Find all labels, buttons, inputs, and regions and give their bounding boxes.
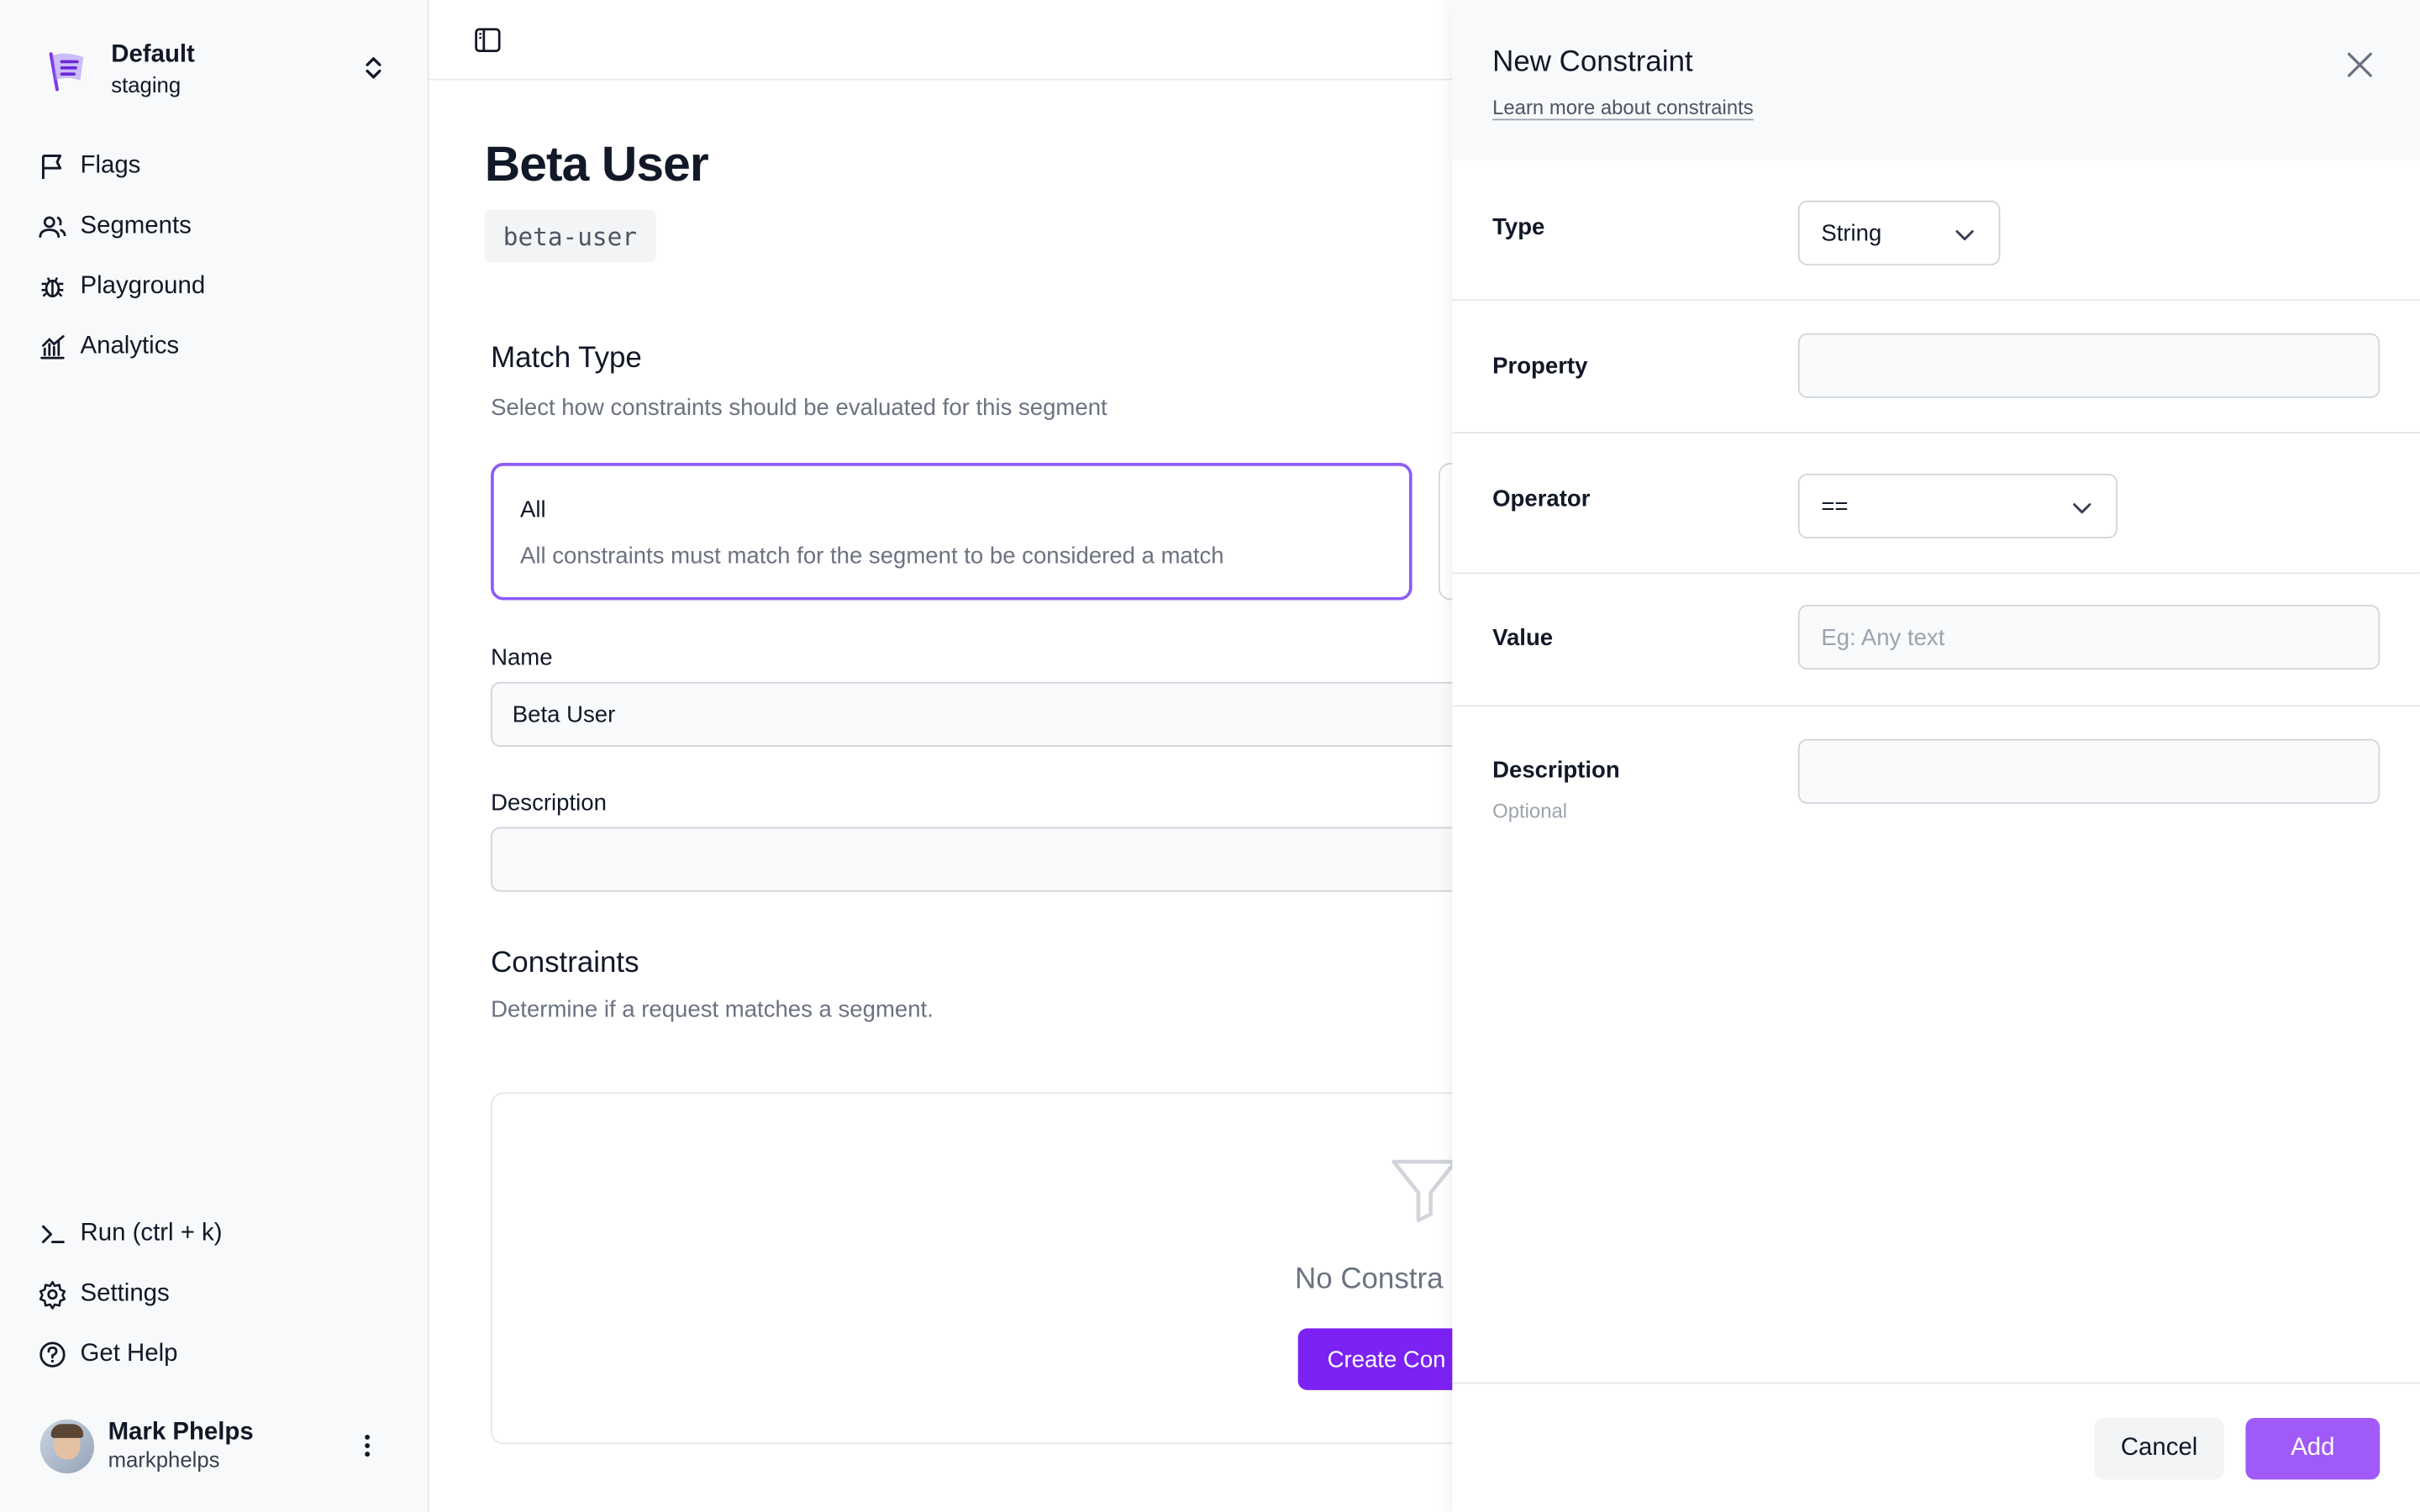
flipt-logo-icon (49, 52, 84, 92)
app-root: Default staging Flags Segments Playgroun… (0, 0, 2420, 1512)
description-label: Description (491, 790, 607, 816)
drawer-description-input[interactable] (1797, 738, 2381, 804)
new-constraint-panel: New Constraint Learn more about constrai… (1452, 0, 2420, 1512)
bug-icon (41, 276, 64, 297)
chart-icon (40, 334, 65, 359)
constraints-heading: Constraints (491, 947, 639, 980)
value-row: Value Eg: Any text (1452, 574, 2420, 707)
match-type-all-option[interactable]: All All constraints must match for the s… (491, 463, 1413, 601)
sidebar-item-analytics[interactable]: Analytics (37, 317, 408, 377)
user-name: Mark Phelps (108, 1419, 254, 1446)
description-input[interactable] (491, 827, 1479, 892)
sidebar-toggle-icon[interactable] (472, 24, 503, 55)
sidebar-item-label: Playground (80, 272, 206, 299)
operator-label: Operator (1492, 486, 1591, 512)
type-select-value: String (1821, 219, 1882, 246)
gear-icon (39, 1280, 66, 1309)
sidebar-item-label: Flags (80, 151, 141, 179)
environment-name: staging (111, 72, 182, 97)
namespace-name: Default (111, 41, 195, 68)
operator-row: Operator == (1452, 433, 2420, 575)
namespace-switcher[interactable]: Default staging (40, 37, 395, 102)
user-username: markphelps (108, 1446, 220, 1473)
sidebar-item-flags[interactable]: Flags (37, 136, 408, 197)
sidebar-item-label: Settings (80, 1279, 170, 1306)
property-input[interactable] (1797, 333, 2381, 398)
type-row: Type String (1452, 160, 2420, 302)
constraints-subtitle: Determine if a request matches a segment… (491, 996, 934, 1023)
cancel-button[interactable]: Cancel (2094, 1417, 2224, 1480)
value-label: Value (1492, 624, 1554, 652)
learn-more-link[interactable]: Learn more about constraints (1492, 96, 1754, 119)
add-button[interactable]: Add (2245, 1417, 2381, 1480)
optional-hint: Optional (1492, 799, 1568, 822)
type-label: Type (1492, 214, 1545, 241)
panel-header: New Constraint Learn more about constrai… (1452, 0, 2420, 161)
sidebar-item-label: Run (ctrl + k) (80, 1219, 223, 1247)
sidebar-item-settings[interactable]: Settings (37, 1263, 408, 1324)
sidebar-nav: Flags Segments Playground Analytics (37, 136, 408, 377)
flag-icon (41, 154, 62, 179)
value-input[interactable]: Eg: Any text (1797, 604, 2381, 670)
sidebar-item-label: Get Help (80, 1340, 178, 1367)
sidebar: Default staging Flags Segments Playgroun… (0, 0, 429, 1512)
description-row: Description Optional (1452, 706, 2420, 861)
property-row: Property (1452, 301, 2420, 434)
sidebar-item-label: Analytics (80, 332, 180, 360)
funnel-icon (1392, 1159, 1458, 1223)
value-input-placeholder: Eg: Any text (1821, 623, 1945, 651)
chevron-up-down-icon (366, 57, 381, 79)
terminal-icon (41, 1224, 65, 1243)
match-type-all-description: All constraints must match for the segme… (519, 543, 1224, 570)
type-select[interactable]: String (1797, 200, 2001, 265)
panel-title: New Constraint (1492, 46, 1693, 79)
match-type-subtitle: Select how constraints should be evaluat… (491, 395, 1107, 422)
chevron-down-icon (1955, 230, 1974, 241)
panel-footer: Cancel Add (1452, 1382, 2420, 1512)
sidebar-item-help[interactable]: Get Help (37, 1324, 408, 1384)
constraints-empty-state: No Constra Create Con (491, 1092, 1545, 1445)
close-icon[interactable] (2341, 46, 2378, 83)
operator-select-value: == (1821, 492, 1849, 520)
help-icon (39, 1341, 66, 1367)
name-label: Name (491, 644, 553, 671)
sidebar-item-playground[interactable]: Playground (37, 256, 408, 317)
more-vertical-icon[interactable] (352, 1431, 383, 1462)
page-title: Beta User (484, 135, 709, 192)
sidebar-item-segments[interactable]: Segments (37, 196, 408, 256)
sidebar-item-run[interactable]: Run (ctrl + k) (37, 1204, 408, 1264)
sidebar-bottom-nav: Run (ctrl + k) Settings Get Help (37, 1204, 408, 1384)
name-input[interactable]: Beta User (491, 681, 1479, 747)
user-profile[interactable]: Mark Phelps markphelps (39, 1416, 395, 1475)
drawer-description-label: Description (1492, 757, 1620, 785)
users-icon (39, 215, 66, 238)
chevron-down-icon (2073, 503, 2091, 514)
sidebar-item-label: Segments (80, 212, 192, 239)
match-type-heading: Match Type (491, 342, 642, 375)
empty-state-message: No Constra (1295, 1263, 1444, 1296)
avatar (39, 1418, 95, 1473)
property-label: Property (1492, 353, 1588, 380)
operator-select[interactable]: == (1797, 473, 2118, 539)
segment-key-badge: beta-user (484, 209, 656, 263)
match-type-all-title: All (519, 496, 546, 523)
